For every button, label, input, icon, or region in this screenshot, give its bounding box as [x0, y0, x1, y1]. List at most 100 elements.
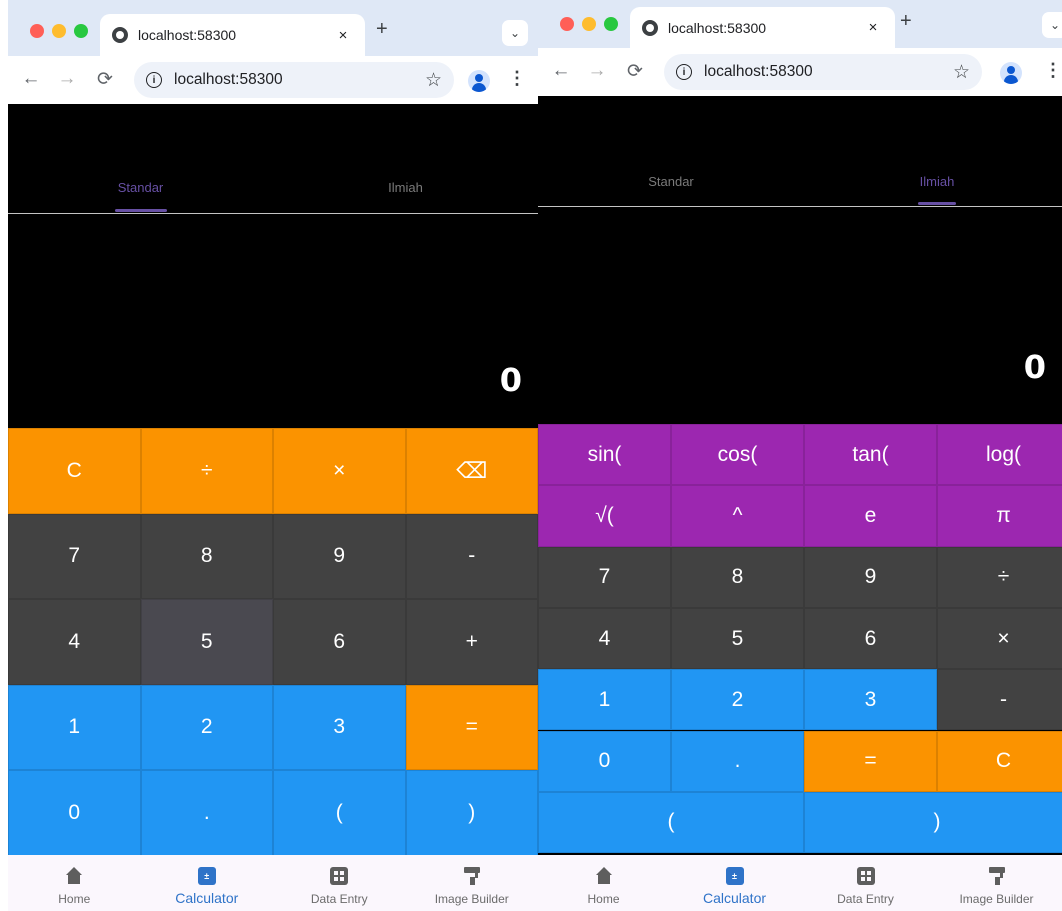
back-icon[interactable]: ← [550, 60, 572, 82]
key-button[interactable]: C [937, 730, 1062, 792]
key-button[interactable]: ( [273, 770, 406, 856]
key-button[interactable]: 9 [804, 546, 937, 608]
reload-icon[interactable]: ⟳ [94, 68, 116, 91]
key-button[interactable]: - [405, 513, 538, 599]
key-button[interactable]: log( [937, 424, 1062, 486]
new-tab-button[interactable]: + [376, 18, 388, 41]
key-button[interactable]: = [804, 730, 937, 792]
browser-toolbar: ← → ⟳ i localhost:58300 ☆ ⋮ [538, 48, 1062, 96]
window-controls [560, 17, 618, 31]
key-button[interactable]: 4 [8, 599, 141, 685]
address-bar[interactable]: i localhost:58300 ☆ [664, 54, 982, 90]
key-label: 2 [731, 687, 744, 711]
tab-standar[interactable]: Standar [8, 180, 273, 212]
key-button[interactable]: C [8, 428, 141, 514]
key-button[interactable]: ÷ [140, 428, 273, 514]
nav-item-home[interactable]: Home [538, 855, 669, 911]
key-button[interactable]: π [937, 485, 1062, 547]
browser-tab[interactable]: localhost:58300 × [630, 7, 895, 48]
key-button[interactable]: √( [538, 485, 671, 547]
reload-icon[interactable]: ⟳ [624, 60, 646, 83]
minimize-window-button[interactable] [582, 17, 596, 31]
key-button[interactable]: ÷ [937, 546, 1062, 608]
nav-item-home[interactable]: Home [8, 855, 141, 911]
key-button[interactable]: e [804, 485, 937, 547]
new-tab-button[interactable]: + [900, 10, 912, 33]
tab-indicator [114, 209, 167, 212]
key-label: 4 [68, 629, 81, 653]
nav-item-image-builder[interactable]: Image Builder [931, 855, 1062, 911]
key-label: π [996, 503, 1011, 527]
key-button[interactable]: . [140, 770, 273, 856]
nav-item-data-entry[interactable]: Data Entry [273, 855, 406, 911]
key-button[interactable]: 0 [538, 730, 671, 792]
key-button[interactable]: + [405, 599, 538, 685]
forward-icon[interactable]: → [56, 68, 78, 90]
site-info-icon[interactable]: i [676, 64, 692, 80]
profile-avatar-icon[interactable] [1000, 62, 1022, 84]
key-label: C [66, 458, 82, 482]
key-button[interactable]: 8 [671, 546, 804, 608]
key-button[interactable]: . [671, 730, 804, 792]
key-button[interactable]: 5 [671, 607, 804, 670]
key-label: 7 [68, 544, 81, 568]
nav-item-calculator[interactable]: ± Calculator [669, 855, 800, 911]
back-icon[interactable]: ← [20, 68, 42, 90]
browser-menu-icon[interactable]: ⋮ [1044, 60, 1062, 81]
key-backspace[interactable]: ⌫ [405, 428, 538, 514]
site-info-icon[interactable]: i [146, 72, 162, 88]
bookmark-star-icon[interactable]: ☆ [425, 69, 442, 92]
browser-tab[interactable]: localhost:58300 × [100, 14, 365, 56]
nav-label: Image Builder [434, 892, 509, 906]
key-button[interactable]: - [937, 669, 1062, 731]
key-button[interactable]: 1 [8, 684, 141, 770]
close-window-button[interactable] [560, 17, 574, 31]
key-button[interactable]: sin( [538, 424, 671, 486]
key-button[interactable]: × [937, 607, 1062, 670]
key-button[interactable]: cos( [671, 424, 804, 486]
key-button[interactable]: 1 [538, 669, 671, 731]
bookmark-star-icon[interactable]: ☆ [953, 61, 970, 84]
key-button[interactable]: 8 [140, 513, 273, 599]
key-button[interactable]: 7 [538, 546, 671, 608]
key-button[interactable]: = [405, 684, 538, 770]
key-button[interactable]: 3 [273, 684, 406, 770]
profile-avatar-icon[interactable] [468, 70, 490, 92]
key-button[interactable]: 3 [804, 669, 937, 731]
nav-item-calculator[interactable]: ± Calculator [141, 855, 274, 911]
key-button[interactable]: tan( [804, 424, 937, 486]
close-tab-icon[interactable]: × [863, 19, 883, 36]
key-button[interactable]: 5 [140, 599, 273, 685]
key-button[interactable]: 9 [273, 513, 406, 599]
tab-ilmiah[interactable]: Ilmiah [804, 174, 1062, 205]
key-button[interactable]: ) [804, 791, 1062, 854]
key-button[interactable]: ) [405, 770, 538, 856]
key-button[interactable]: 2 [140, 684, 273, 770]
address-bar[interactable]: i localhost:58300 ☆ [134, 62, 454, 98]
close-tab-icon[interactable]: × [333, 27, 353, 44]
minimize-window-button[interactable] [52, 24, 66, 38]
close-window-button[interactable] [30, 24, 44, 38]
nav-item-data-entry[interactable]: Data Entry [800, 855, 931, 911]
forward-icon[interactable]: → [586, 60, 608, 82]
nav-item-image-builder[interactable]: Image Builder [406, 855, 539, 911]
key-button[interactable]: 0 [8, 770, 141, 856]
key-button[interactable]: ( [538, 791, 804, 854]
tab-ilmiah[interactable]: Ilmiah [273, 180, 538, 195]
tab-search-button[interactable]: ⌄ [502, 20, 528, 46]
tab-search-button[interactable]: ⌄ [1042, 12, 1062, 38]
maximize-window-button[interactable] [74, 24, 88, 38]
key-button[interactable]: 2 [671, 669, 804, 731]
key-button[interactable]: × [273, 428, 406, 514]
key-button[interactable]: 6 [273, 599, 406, 685]
tab-standar[interactable]: Standar [538, 174, 804, 189]
maximize-window-button[interactable] [604, 17, 618, 31]
calculator-icon: ± [725, 867, 744, 885]
key-button[interactable]: 7 [8, 513, 141, 599]
key-button[interactable]: 4 [538, 607, 671, 670]
key-button[interactable]: 6 [804, 607, 937, 670]
browser-menu-icon[interactable]: ⋮ [508, 68, 526, 89]
nav-label: Home [587, 892, 620, 906]
globe-icon [642, 19, 658, 36]
key-button[interactable]: ^ [671, 485, 804, 547]
